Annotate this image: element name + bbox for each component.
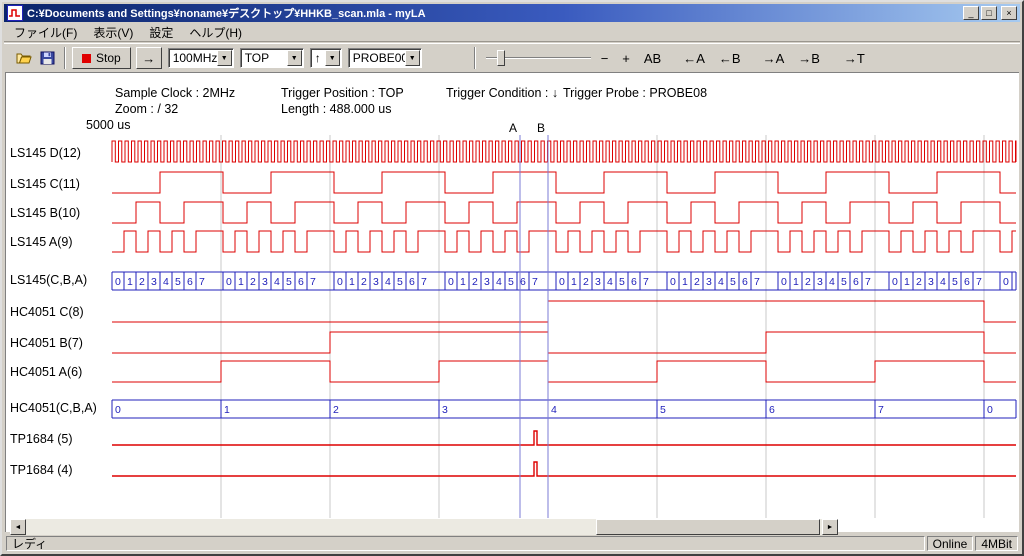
sample-clock-value: 100MHz (170, 51, 217, 65)
trigger-probe-info: Trigger Probe : PROBE08 (563, 86, 707, 100)
goto-trigger-button[interactable]: →T (840, 49, 869, 68)
scroll-right-button[interactable]: ► (822, 519, 838, 535)
goto-cursor-a-right-button[interactable]: →A (759, 49, 789, 68)
close-button[interactable]: × (1001, 6, 1017, 20)
trigger-condition-info: Trigger Condition : ↓ (446, 86, 558, 100)
menu-view[interactable]: 表示(V) (85, 22, 141, 43)
trigger-edge-select[interactable]: ↑ ▼ (310, 48, 342, 68)
horizontal-scrollbar[interactable]: ◄ ► (10, 519, 838, 535)
save-button[interactable] (36, 47, 60, 69)
scrollbar-thumb[interactable] (596, 519, 820, 535)
scrollbar-track[interactable] (26, 519, 822, 535)
stop-icon (82, 54, 91, 63)
length-info: Length : 488.000 us (281, 102, 392, 116)
title-bar[interactable]: C:¥Documents and Settings¥noname¥デスクトップ¥… (4, 4, 1020, 22)
sample-clock-select[interactable]: 100MHz ▼ (168, 48, 234, 68)
menu-help[interactable]: ヘルプ(H) (181, 22, 250, 43)
sample-clock-info: Sample Clock : 2MHz (115, 86, 235, 100)
stop-button[interactable]: Stop (72, 47, 131, 69)
trigger-position-info: Trigger Position : TOP (281, 86, 404, 100)
zoom-out-button[interactable]: − (597, 49, 613, 68)
app-window: C:¥Documents and Settings¥noname¥デスクトップ¥… (0, 0, 1024, 556)
toolbar-separator (474, 47, 476, 69)
chevron-down-icon[interactable]: ▼ (405, 50, 420, 66)
toolbar-separator (64, 47, 66, 69)
trigger-probe-select[interactable]: PROBE00 ▼ (348, 48, 422, 68)
menu-bar: ファイル(F) 表示(V) 設定 ヘルプ(H) (4, 23, 1020, 42)
zoom-slider-thumb[interactable] (497, 50, 505, 66)
zoom-slider[interactable] (486, 48, 591, 68)
goto-cursor-b-right-button[interactable]: →B (794, 49, 824, 68)
open-folder-icon (16, 51, 32, 65)
maximize-button[interactable]: □ (981, 6, 997, 20)
status-message: レディ (6, 536, 925, 551)
chevron-down-icon[interactable]: ▼ (287, 50, 302, 66)
ab-range-button[interactable]: AB (640, 49, 665, 68)
status-online: Online (927, 536, 974, 551)
zoom-info: Zoom : / 32 (115, 102, 178, 116)
floppy-disk-icon (40, 51, 56, 65)
trigger-probe-value: PROBE00 (350, 51, 405, 65)
scroll-left-button[interactable]: ◄ (10, 519, 26, 535)
trigger-position-value: TOP (242, 51, 287, 65)
waveform-panel[interactable]: Sample Clock : 2MHz Trigger Position : T… (5, 72, 1019, 532)
window-title: C:¥Documents and Settings¥noname¥デスクトップ¥… (27, 5, 959, 21)
app-icon (7, 5, 23, 21)
trigger-position-select[interactable]: TOP ▼ (240, 48, 304, 68)
stop-button-label: Stop (96, 51, 121, 65)
zoom-in-button[interactable]: + (618, 49, 634, 68)
goto-cursor-b-left-button[interactable]: ←B (715, 49, 745, 68)
menu-file[interactable]: ファイル(F) (6, 22, 85, 43)
time-origin-label: 5000 us (86, 118, 130, 132)
chevron-down-icon[interactable]: ▼ (217, 50, 232, 66)
status-memory: 4MBit (975, 536, 1018, 551)
chevron-down-icon[interactable]: ▼ (325, 50, 340, 66)
run-button[interactable]: → (136, 47, 162, 69)
menu-settings[interactable]: 設定 (141, 22, 181, 43)
minimize-button[interactable]: _ (963, 6, 979, 20)
trigger-edge-value: ↑ (312, 51, 325, 65)
open-button[interactable] (12, 47, 36, 69)
toolbar: Stop → 100MHz ▼ TOP ▼ ↑ ▼ PROBE00 ▼ − + … (4, 43, 1020, 72)
goto-cursor-a-left-button[interactable]: ←A (679, 49, 709, 68)
status-bar: レディ Online 4MBit (4, 534, 1020, 552)
